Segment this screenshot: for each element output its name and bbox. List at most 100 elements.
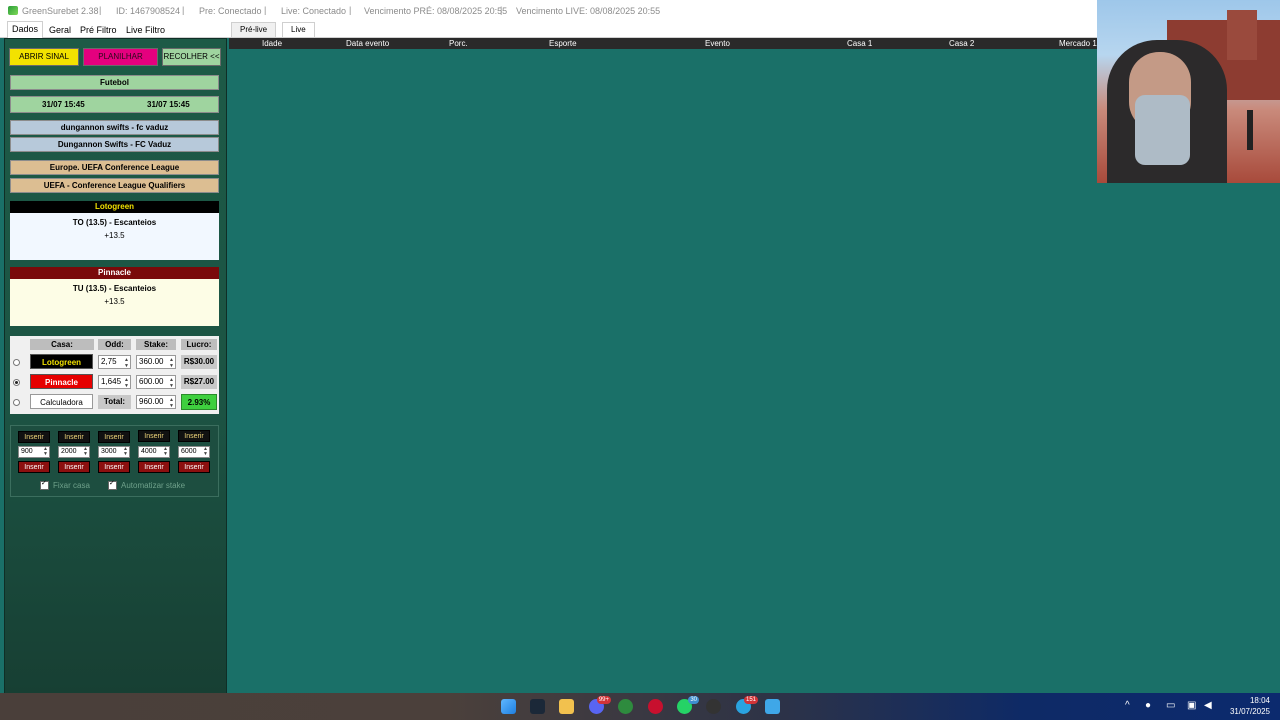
- keyboard-icon[interactable]: ▭: [1166, 700, 1175, 711]
- market1-line: TO (13.5) - Escanteios: [72, 218, 157, 227]
- column-mercado-1[interactable]: Mercado 1: [1059, 39, 1097, 48]
- insert-button-top-3[interactable]: Inserir: [98, 431, 130, 443]
- stake2-input[interactable]: 600.00 ▲ ▼: [136, 375, 176, 389]
- insert-button-bottom-5[interactable]: Inserir: [178, 461, 210, 473]
- telegram-badge: 151: [743, 696, 758, 704]
- tab-dados[interactable]: Dados: [7, 21, 44, 38]
- spinner-arrows-icon[interactable]: ▲ ▼: [169, 377, 174, 389]
- spinner-arrows-icon[interactable]: ▲ ▼: [124, 357, 129, 369]
- file-explorer-icon[interactable]: [559, 699, 574, 714]
- preset-3-value: 3000: [101, 448, 117, 455]
- insert-button-top-2[interactable]: Inserir: [58, 431, 90, 443]
- house2-radio[interactable]: [13, 379, 20, 386]
- preset-3-input[interactable]: 3000 ▲ ▼: [98, 446, 130, 458]
- odd2-input[interactable]: 1,645 ▲ ▼: [98, 375, 131, 389]
- app-name: GreenSurebet 2.38: [22, 6, 99, 16]
- chevron-up-icon[interactable]: ^: [1125, 700, 1130, 711]
- preset-4-value: 4000: [141, 448, 157, 455]
- app-icon[interactable]: [765, 699, 780, 714]
- cloth-shape: [1135, 95, 1190, 165]
- preset-5-input[interactable]: 6000 ▲ ▼: [178, 446, 210, 458]
- column-esporte[interactable]: Esporte: [549, 39, 577, 48]
- clock-date: 31/07/2025: [1229, 707, 1270, 716]
- event-name-1: dungannon swifts - fc vaduz: [10, 120, 219, 135]
- odd1-value: 2,75: [101, 357, 117, 366]
- preset-1-input[interactable]: 900 ▲ ▼: [18, 446, 50, 458]
- whatsapp-badge: 30: [688, 696, 699, 704]
- automatizar-stake-checkbox[interactable]: Automatizar stake: [108, 479, 185, 491]
- planilhar-button[interactable]: PLANILHAR: [83, 48, 158, 66]
- insert-button-top-4[interactable]: Inserir: [138, 430, 170, 442]
- steam-icon[interactable]: [530, 699, 545, 714]
- microphone-icon[interactable]: ●: [1145, 700, 1151, 711]
- spinner-arrows-icon[interactable]: ▲ ▼: [43, 447, 48, 457]
- event-name-2: Dungannon Swifts - FC Vaduz: [10, 137, 219, 152]
- spinner-arrows-icon[interactable]: ▲ ▼: [124, 377, 129, 389]
- spinner-arrows-icon[interactable]: ▲ ▼: [83, 447, 88, 457]
- spinner-arrows-icon[interactable]: ▲ ▼: [123, 447, 128, 457]
- tab-pre-filtro[interactable]: Pré Filtro: [76, 23, 121, 37]
- spinner-arrows-icon[interactable]: ▲ ▼: [169, 397, 174, 409]
- stake1-input[interactable]: 360.00 ▲ ▼: [136, 355, 176, 369]
- tower-shape: [1227, 10, 1257, 60]
- whatsapp-icon[interactable]: 30: [677, 696, 699, 714]
- vencimento-pre: Vencimento PRÉ: 08/08/2025 20:55: [364, 6, 508, 16]
- preset-2-input[interactable]: 2000 ▲ ▼: [58, 446, 90, 458]
- title-separator: |: [500, 5, 503, 15]
- house1-button[interactable]: Lotogreen: [30, 354, 93, 369]
- stake-presets: Inserir Inserir Inserir Inserir Inserir …: [10, 425, 219, 497]
- league-name-2: UEFA - Conference League Qualifiers: [10, 178, 219, 193]
- insert-button-bottom-4[interactable]: Inserir: [138, 461, 170, 473]
- stake2-value: 600.00: [139, 377, 164, 386]
- obs-icon[interactable]: [706, 699, 721, 714]
- house1-radio[interactable]: [13, 359, 20, 366]
- chrome-icon[interactable]: [618, 699, 633, 714]
- market1-details: TO (13.5) - Escanteios +13.5: [10, 213, 219, 260]
- tab-pre-live[interactable]: Pré-live: [231, 22, 277, 37]
- title-separator: |: [99, 5, 102, 15]
- sport-label: Futebol: [10, 75, 219, 90]
- column-casa-1[interactable]: Casa 1: [847, 39, 872, 48]
- tab-live-filtro[interactable]: Live Filtro: [122, 23, 169, 37]
- pre-status: Pre: Conectado: [199, 6, 262, 16]
- abrir-sinal-button[interactable]: ABRIR SINAL: [9, 48, 79, 66]
- column-idade[interactable]: Idade: [262, 39, 282, 48]
- column-porc[interactable]: Porc.: [449, 39, 468, 48]
- calculadora-button[interactable]: Calculadora: [30, 394, 93, 409]
- calculadora-radio[interactable]: [13, 399, 20, 406]
- checkbox-checked-icon[interactable]: [108, 479, 117, 491]
- header-odd: Odd:: [98, 339, 131, 350]
- spinner-arrows-icon[interactable]: ▲ ▼: [203, 447, 208, 457]
- tab-live[interactable]: Live: [282, 22, 315, 37]
- spinner-arrows-icon[interactable]: ▲ ▼: [163, 447, 168, 457]
- network-icon[interactable]: ▣: [1187, 700, 1196, 711]
- opera-icon[interactable]: [648, 699, 663, 714]
- league-name-1: Europe. UEFA Conference League: [10, 160, 219, 175]
- column-evento[interactable]: Evento: [705, 39, 730, 48]
- total-input[interactable]: 960.00 ▲ ▼: [136, 395, 176, 409]
- insert-button-top-1[interactable]: Inserir: [18, 431, 50, 443]
- odd1-input[interactable]: 2,75 ▲ ▼: [98, 355, 131, 369]
- recolher-button[interactable]: RECOLHER <<: [162, 48, 221, 66]
- fixar-casa-checkbox[interactable]: Fixar casa: [40, 479, 90, 491]
- insert-button-bottom-3[interactable]: Inserir: [98, 461, 130, 473]
- column-data-evento[interactable]: Data evento: [346, 39, 389, 48]
- insert-button-bottom-1[interactable]: Inserir: [18, 461, 50, 473]
- checkbox-checked-icon[interactable]: [40, 479, 49, 491]
- insert-button-top-5[interactable]: Inserir: [178, 430, 210, 442]
- webcam-overlay: [1097, 0, 1280, 183]
- spinner-arrows-icon[interactable]: ▲ ▼: [169, 357, 174, 369]
- house2-button[interactable]: Pinnacle: [30, 374, 93, 389]
- system-clock[interactable]: 18:04 31/07/2025: [1230, 695, 1270, 717]
- discord-icon[interactable]: 99+: [589, 696, 611, 714]
- pedestrian-shape: [1247, 110, 1253, 150]
- total-value: 960.00: [139, 397, 164, 406]
- tab-geral[interactable]: Geral: [45, 23, 75, 37]
- telegram-icon[interactable]: 151: [736, 696, 758, 714]
- profit-percent: 2.93%: [181, 394, 217, 410]
- insert-button-bottom-2[interactable]: Inserir: [58, 461, 90, 473]
- preset-4-input[interactable]: 4000 ▲ ▼: [138, 446, 170, 458]
- volume-icon[interactable]: ◀: [1204, 700, 1212, 711]
- column-casa-2[interactable]: Casa 2: [949, 39, 974, 48]
- windows-start-icon[interactable]: [501, 699, 516, 714]
